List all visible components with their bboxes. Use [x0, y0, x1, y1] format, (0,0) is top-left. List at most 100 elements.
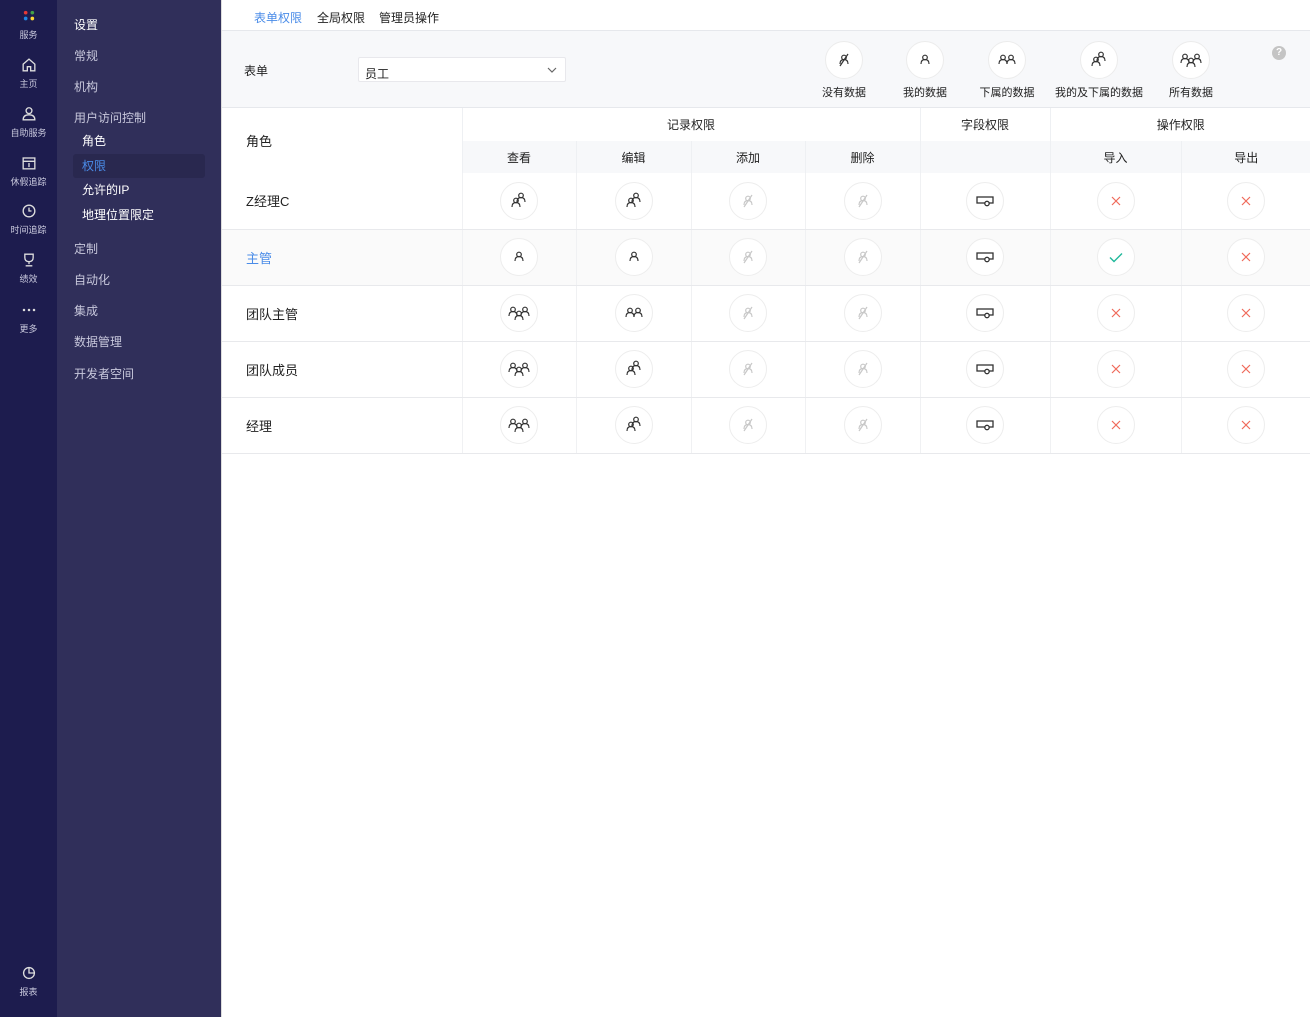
- no-data-icon[interactable]: [843, 181, 882, 220]
- rail-label: 自助服务: [10, 128, 47, 138]
- sidebar-item-data-management[interactable]: 数据管理: [74, 333, 122, 350]
- apps-icon: [0, 6, 57, 26]
- permission-cell: [804, 229, 920, 286]
- rail-item-calendar[interactable]: 休假追踪: [0, 153, 57, 188]
- legend-label: 没有数据: [822, 87, 866, 99]
- all-data-icon[interactable]: [500, 350, 538, 388]
- tab-global-permissions[interactable]: 全局权限: [317, 9, 365, 32]
- role-header: 角色: [246, 134, 273, 149]
- sidebar-item-automation[interactable]: 自动化: [74, 271, 110, 288]
- my-and-subordinate-data-icon[interactable]: [614, 350, 653, 388]
- sidebar-item-organization[interactable]: 机构: [74, 78, 98, 95]
- permission-cell: [461, 397, 576, 454]
- sidebar-item-developer-space[interactable]: 开发者空间: [74, 365, 134, 382]
- help-icon[interactable]: ?: [1272, 46, 1286, 60]
- user-icon: [0, 104, 57, 124]
- my-data-icon[interactable]: [500, 238, 538, 276]
- all-data-icon[interactable]: [500, 406, 538, 444]
- no-data-icon[interactable]: [729, 238, 767, 276]
- legend-label: 所有数据: [1169, 87, 1213, 99]
- role-name[interactable]: 团队成员: [222, 341, 462, 398]
- no-data-icon[interactable]: [843, 238, 882, 276]
- app-rail: 服务主页自助服务休假追踪时间追踪绩效更多报表: [0, 0, 57, 1017]
- main-content: 表单权限 全局权限 管理员操作 表单 员工 没有数据 我的数据 下属的数据 我的及下属…: [221, 0, 1310, 1017]
- role-name[interactable]: 主管: [222, 229, 462, 286]
- permission-cell: [1180, 229, 1310, 286]
- rail-item-trophy[interactable]: 绩效: [0, 250, 57, 285]
- cross-icon[interactable]: [1096, 406, 1135, 444]
- subordinate-data-icon[interactable]: [614, 294, 653, 332]
- legend-subordinate-data: 下属的数据: [957, 41, 1057, 100]
- rail-item-more[interactable]: 更多: [0, 300, 57, 335]
- sidebar-item-general[interactable]: 常规: [74, 47, 98, 64]
- rail-item-clock[interactable]: 时间追踪: [0, 201, 57, 236]
- legend-label: 我的及下属的数据: [1055, 87, 1143, 99]
- cross-icon[interactable]: [1096, 350, 1135, 388]
- rail-item-user[interactable]: 自助服务: [0, 104, 57, 139]
- no-data-icon[interactable]: [843, 406, 882, 444]
- permission-cell: [919, 397, 1050, 454]
- my-and-subordinate-data-icon[interactable]: [614, 181, 653, 220]
- cross-icon[interactable]: [1227, 406, 1266, 444]
- my-and-subordinate-data-icon[interactable]: [614, 406, 653, 444]
- cross-icon[interactable]: [1227, 350, 1266, 388]
- no-data-icon[interactable]: [729, 181, 767, 220]
- group-header-record: 记录权限: [461, 108, 920, 141]
- cross-icon[interactable]: [1096, 294, 1135, 332]
- clock-icon: [0, 201, 57, 221]
- cross-icon[interactable]: [1096, 181, 1135, 220]
- role-name[interactable]: Z经理C: [222, 173, 462, 230]
- all-data-icon[interactable]: [500, 294, 538, 332]
- permission-cell: [461, 173, 576, 230]
- sidebar-item-customization[interactable]: 定制: [74, 240, 98, 257]
- no-data-icon[interactable]: [729, 294, 767, 332]
- permission-cell: [575, 229, 691, 286]
- form-select[interactable]: 员工: [358, 57, 566, 82]
- rail-item-report[interactable]: 报表: [0, 963, 57, 998]
- rail-item-apps[interactable]: 服务: [0, 6, 57, 41]
- field-permission-icon[interactable]: [966, 294, 1004, 332]
- sidebar-item-user-access[interactable]: 用户访问控制: [74, 109, 146, 126]
- form-label: 表单: [244, 64, 269, 78]
- rail-label: 休假追踪: [10, 177, 47, 187]
- rail-item-home[interactable]: 主页: [0, 55, 57, 90]
- permissions-table: 角色 记录权限 字段权限 操作权限 查看 编辑 添加 删除 导入 导出 Z经理C 主管 团队主…: [222, 108, 1310, 454]
- table-row: 主管: [222, 229, 1310, 286]
- sidebar-sub-permissions[interactable]: 权限: [73, 154, 205, 178]
- my-data-icon[interactable]: [614, 238, 653, 276]
- no-data-icon[interactable]: [729, 406, 767, 444]
- rail-label: 服务: [19, 30, 38, 40]
- field-permission-icon[interactable]: [966, 350, 1004, 388]
- permission-cell: [461, 229, 576, 286]
- cross-icon[interactable]: [1227, 181, 1266, 220]
- sidebar-item-integration[interactable]: 集成: [74, 302, 98, 319]
- check-icon[interactable]: [1096, 238, 1135, 276]
- permission-cell: [1049, 341, 1181, 398]
- field-permission-icon[interactable]: [966, 238, 1004, 276]
- rail-label: 主页: [19, 79, 38, 89]
- permission-cell: [804, 397, 920, 454]
- no-data-icon[interactable]: [729, 350, 767, 388]
- no-data-icon[interactable]: [843, 294, 882, 332]
- calendar-icon: [0, 153, 57, 173]
- tab-admin-operations[interactable]: 管理员操作: [379, 9, 439, 32]
- no-data-icon[interactable]: [843, 350, 882, 388]
- permission-cell: [919, 285, 1050, 342]
- my-and-subordinate-data-icon[interactable]: [500, 181, 538, 220]
- column-header: 编辑: [575, 141, 691, 173]
- sidebar-sub-geo-restriction[interactable]: 地理位置限定: [73, 203, 205, 227]
- cross-icon[interactable]: [1227, 238, 1266, 276]
- field-permission-icon[interactable]: [966, 181, 1004, 220]
- permission-cell: [919, 341, 1050, 398]
- sidebar-sub-allowed-ip[interactable]: 允许的IP: [73, 178, 205, 202]
- field-permission-icon[interactable]: [966, 406, 1004, 444]
- filter-bar: 表单 员工 没有数据 我的数据 下属的数据 我的及下属的数据 所有数据 ?: [222, 31, 1310, 108]
- permission-cell: [575, 397, 691, 454]
- cross-icon[interactable]: [1227, 294, 1266, 332]
- role-name[interactable]: 经理: [222, 397, 462, 454]
- permission-cell: [1049, 397, 1181, 454]
- home-icon: [0, 55, 57, 75]
- role-name[interactable]: 团队主管: [222, 285, 462, 342]
- rail-label: 绩效: [19, 274, 38, 284]
- sidebar-sub-roles[interactable]: 角色: [73, 129, 205, 153]
